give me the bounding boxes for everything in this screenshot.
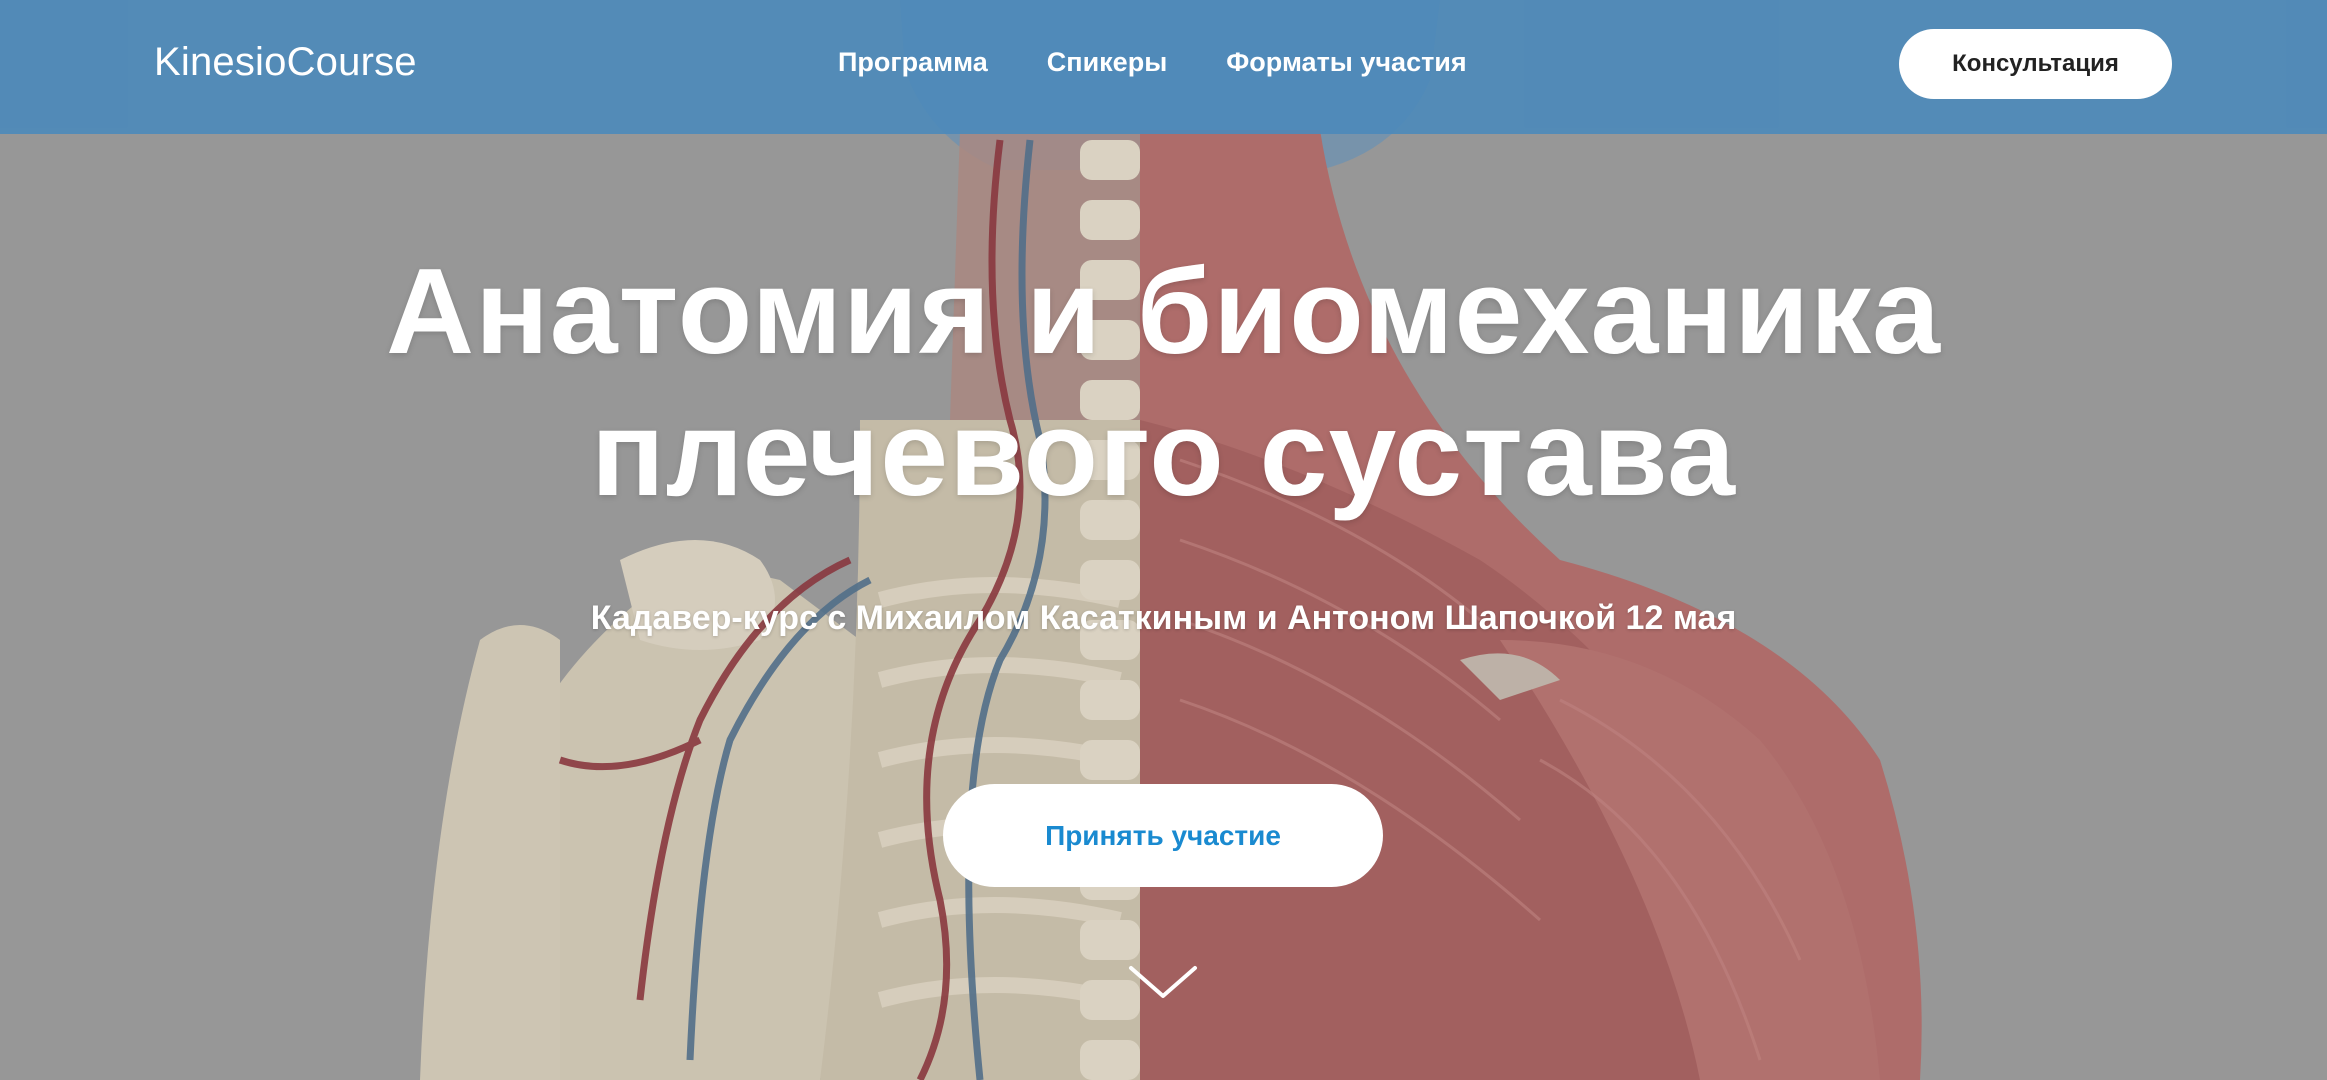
nav-link-program[interactable]: Программа xyxy=(838,47,988,78)
consultation-button[interactable]: Консультация xyxy=(1899,29,2172,99)
hero-title-line-2: плечевого сустава xyxy=(591,385,1736,521)
hero-title: Анатомия и биомеханика плечевого сустава xyxy=(0,240,2327,524)
nav-link-formats[interactable]: Форматы участия xyxy=(1226,47,1466,78)
navbar: KinesioCourse Программа Спикеры Форматы … xyxy=(0,0,2327,134)
logo[interactable]: KinesioCourse xyxy=(154,40,417,85)
hero-subtitle: Кадавер-курс с Михаилом Касаткиным и Ант… xyxy=(590,599,1737,637)
hero-title-line-1: Анатомия и биомеханика xyxy=(386,243,1941,379)
main-nav: Программа Спикеры Форматы участия xyxy=(838,47,1467,78)
chevron-down-icon[interactable] xyxy=(1127,962,1199,1002)
hero-overlay xyxy=(0,0,2327,1080)
participate-button[interactable]: Принять участие xyxy=(943,784,1383,887)
nav-link-speakers[interactable]: Спикеры xyxy=(1047,47,1168,78)
